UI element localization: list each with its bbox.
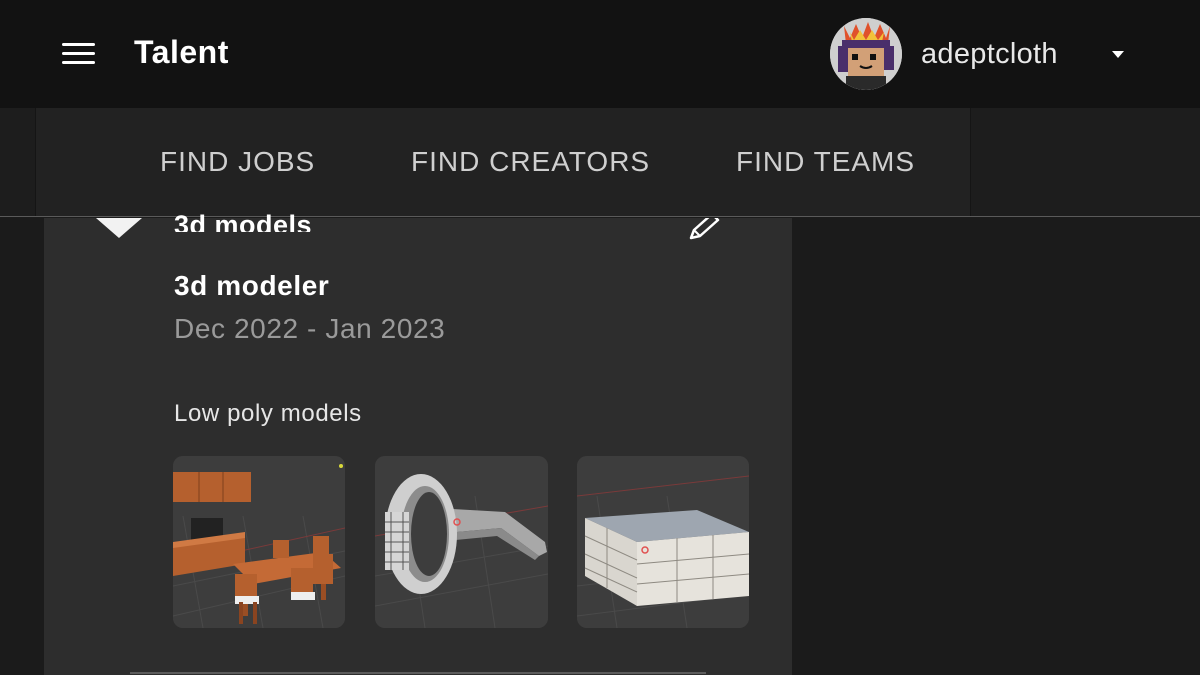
caret-down-icon[interactable] bbox=[1112, 51, 1124, 58]
drawer-cabinet-image bbox=[577, 456, 749, 628]
top-bar: Talent adeptcloth bbox=[0, 0, 1200, 108]
job-dates: Dec 2022 - Jan 2023 bbox=[174, 313, 446, 344]
section-title: 3d models bbox=[174, 210, 313, 232]
portfolio-thumbnail-cabinet[interactable] bbox=[577, 456, 749, 628]
menu-line bbox=[62, 61, 95, 64]
nav-tabs: FIND JOBS FIND CREATORS FIND TEAMS bbox=[35, 108, 971, 216]
app-root: Talent adeptcloth FIND JOBS FIND CREATOR… bbox=[0, 0, 1200, 675]
tab-find-teams[interactable]: FIND TEAMS bbox=[736, 146, 915, 178]
collapse-arrow-icon[interactable] bbox=[96, 218, 142, 238]
avatar-image bbox=[830, 18, 902, 90]
experience-card: 3d models 3d modeler Dec 2022 - Jan 2023… bbox=[44, 210, 792, 675]
pencil-icon[interactable] bbox=[688, 212, 724, 242]
username[interactable]: adeptcloth bbox=[921, 38, 1058, 71]
talent-nav: FIND JOBS FIND CREATORS FIND TEAMS bbox=[0, 108, 1200, 217]
menu-line bbox=[62, 43, 95, 46]
job-description: Low poly models bbox=[174, 400, 362, 427]
hamburger-menu-icon[interactable] bbox=[60, 38, 98, 68]
kitchen-dining-image bbox=[173, 456, 345, 628]
tab-find-creators[interactable]: FIND CREATORS bbox=[411, 146, 650, 178]
tab-find-jobs[interactable]: FIND JOBS bbox=[160, 146, 315, 178]
portfolio-thumbnail-kitchen[interactable] bbox=[173, 456, 345, 628]
avatar[interactable] bbox=[830, 18, 902, 90]
app-title: Talent bbox=[134, 34, 229, 70]
job-role: 3d modeler bbox=[174, 270, 330, 301]
portfolio-thumbnail-ring[interactable] bbox=[375, 456, 548, 628]
menu-line bbox=[62, 52, 95, 55]
ring-bridge-image bbox=[375, 456, 548, 628]
pencil-icon-graphic bbox=[689, 212, 720, 240]
section-divider bbox=[130, 672, 706, 674]
user-menu[interactable]: adeptcloth bbox=[830, 18, 1140, 90]
